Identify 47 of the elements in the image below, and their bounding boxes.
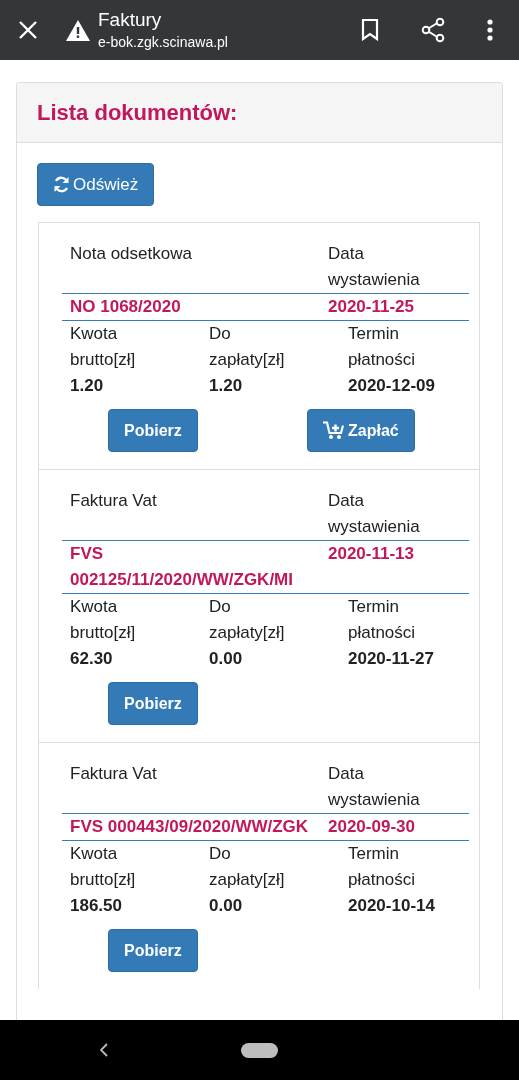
date-label: Data wystawienia [327,763,420,811]
field-label: Do zapłaty[zł] [209,323,285,371]
document-number: FVS 002125/11/2020/WW/ZGK/MI [69,543,294,591]
page-url: e-bok.zgk.scinawa.pl [98,33,229,51]
more-icon[interactable] [487,19,493,41]
cart-plus-icon [323,421,345,440]
field-label: Kwota brutto[zł] [70,596,136,644]
field-value: 2020-10-14 [348,895,436,917]
document-type: Faktura Vat [69,490,158,512]
field-value: 2020-11-27 [348,648,436,670]
download-button[interactable]: Pobierz [108,409,198,452]
warning-icon [66,19,90,41]
refresh-icon [53,176,70,193]
field-value: 1.20 [209,375,244,397]
document-type: Nota odsetkowa [69,243,193,265]
page-title: Faktury [98,9,163,31]
document-number: FVS 000443/09/2020/WW/ZGK [69,816,310,838]
download-button[interactable]: Pobierz [108,682,198,725]
field-value: 186.50 [70,895,123,917]
issue-date: 2020-11-13 [327,543,416,565]
issue-date: 2020-11-25 [327,296,416,318]
share-icon[interactable] [421,17,445,43]
field-label: Termin płatności [348,843,416,891]
field-label: Termin płatności [348,596,416,644]
issue-date: 2020-09-30 [327,816,416,838]
field-value: 0.00 [209,895,244,917]
download-button[interactable]: Pobierz [108,929,198,972]
date-label: Data wystawienia [327,243,420,291]
document-number: NO 1068/2020 [69,296,182,318]
field-value: 2020-12-09 [348,375,436,397]
field-label: Do zapłaty[zł] [209,596,285,644]
bookmark-icon[interactable] [361,19,379,41]
field-label: Kwota brutto[zł] [70,843,136,891]
panel-title: Lista dokumentów: [37,99,238,126]
close-icon[interactable] [18,20,38,40]
date-label: Data wystawienia [327,490,420,538]
back-icon[interactable] [100,1043,108,1057]
field-value: 0.00 [209,648,244,670]
field-value: 62.30 [70,648,114,670]
document-type: Faktura Vat [69,763,158,785]
field-label: Kwota brutto[zł] [70,323,136,371]
field-value: 1.20 [70,375,105,397]
home-icon[interactable] [241,1042,278,1058]
field-label: Do zapłaty[zł] [209,843,285,891]
field-label: Termin płatności [348,323,416,371]
pay-button[interactable]: Zapłać [307,409,415,452]
refresh-button[interactable]: Odśwież [37,163,155,206]
